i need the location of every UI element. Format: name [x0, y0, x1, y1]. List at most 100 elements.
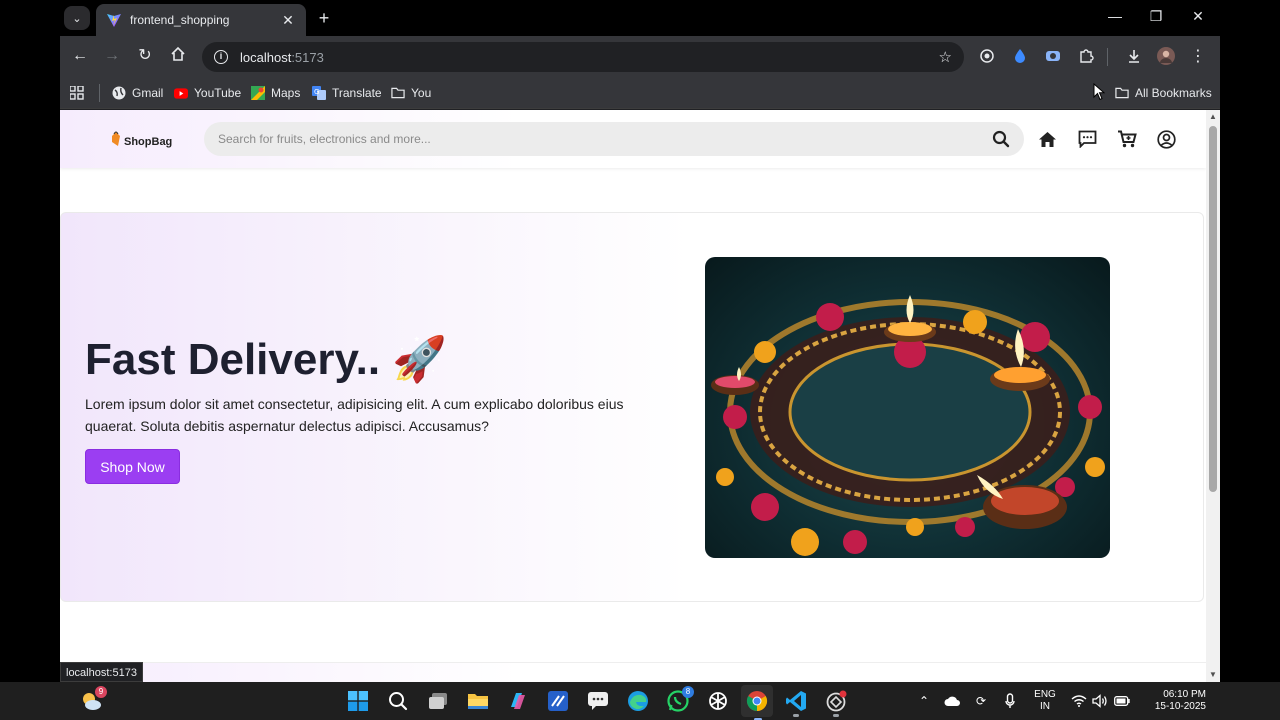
folder-icon — [391, 86, 405, 100]
home-icon[interactable] — [168, 46, 188, 66]
ai-app-icon[interactable] — [824, 689, 848, 717]
search-icon[interactable] — [992, 130, 1010, 148]
tab-search-button[interactable]: ⌄ — [64, 6, 90, 30]
hero-description: Lorem ipsum dolor sit amet consectetur, … — [85, 396, 624, 434]
extensions-puzzle-icon[interactable] — [1077, 47, 1095, 65]
address-bar[interactable]: i localhost:5173 ☆ — [202, 42, 964, 72]
restore-icon[interactable]: ❐ — [1146, 8, 1166, 25]
sync-icon[interactable]: ⟳ — [973, 693, 989, 709]
language-code: ENG — [1034, 689, 1056, 700]
bookmark-gmail[interactable]: Gmail — [112, 84, 163, 102]
shopping-bag-icon — [112, 131, 120, 146]
url-port: :5173 — [291, 49, 324, 65]
tab-title: frontend_shopping — [130, 13, 230, 27]
mouse-cursor-icon — [1093, 83, 1105, 101]
reload-icon[interactable]: ↻ — [135, 46, 155, 66]
page-viewport: ShopBag Search for fruits, electronics a… — [60, 110, 1206, 682]
language-indicator[interactable]: ENG IN — [1031, 689, 1059, 713]
all-bookmarks-folder[interactable]: All Bookmarks — [1115, 84, 1212, 102]
browser-toolbar: ← → ↻ i localhost:5173 ☆ ⋮ — [60, 36, 1220, 76]
whatsapp-badge: 8 — [682, 686, 694, 698]
extension-camera-icon[interactable] — [1044, 47, 1062, 65]
new-tab-button[interactable]: + — [314, 8, 334, 28]
vs-code-insiders-icon[interactable] — [546, 689, 570, 713]
vite-icon — [107, 14, 121, 27]
user-account-icon[interactable] — [1156, 129, 1176, 149]
rocket-emoji: 🚀 — [392, 335, 448, 384]
maps-icon — [251, 86, 265, 100]
folder-icon — [1115, 86, 1129, 100]
diwali-illustration — [711, 295, 1105, 556]
site-info-icon[interactable]: i — [214, 50, 228, 64]
home-nav-icon[interactable] — [1037, 129, 1057, 149]
scrollbar-thumb[interactable] — [1209, 126, 1217, 492]
show-hidden-icons-chevron-icon[interactable]: ⌃ — [916, 693, 932, 709]
edge-icon[interactable] — [626, 689, 650, 713]
clock[interactable]: 06:10 PM 15-10-2025 — [1140, 689, 1206, 713]
browser-window: ⌄ frontend_shopping ✕ + — ❐ ✕ ← → ↻ i lo… — [60, 0, 1220, 682]
windows-taskbar: 9 8 ⌃ ⟳ ENG IN 06:10 PM 15-10-2025 — [0, 682, 1280, 720]
translate-icon: G — [312, 86, 326, 100]
cart-icon[interactable] — [1117, 129, 1137, 149]
windows-start-icon[interactable] — [346, 689, 370, 713]
bookmark-maps[interactable]: Maps — [251, 84, 300, 102]
chevron-down-icon: ⌄ — [72, 12, 82, 25]
extension-target-icon[interactable] — [978, 47, 996, 65]
chatgpt-icon[interactable] — [706, 689, 730, 713]
shop-now-button[interactable]: Shop Now — [85, 449, 180, 484]
search-input[interactable]: Search for fruits, electronics and more.… — [204, 122, 1024, 156]
wifi-icon[interactable] — [1071, 693, 1087, 709]
scroll-down-icon[interactable]: ▼ — [1209, 671, 1217, 679]
next-section-strip — [60, 662, 1206, 682]
site-logo[interactable]: ShopBag — [110, 124, 172, 154]
chrome-icon[interactable] — [741, 685, 773, 720]
screen: ⌄ frontend_shopping ✕ + — ❐ ✕ ← → ↻ i lo… — [0, 0, 1280, 720]
onedrive-icon[interactable] — [944, 693, 960, 709]
youtube-icon — [174, 86, 188, 100]
bookmark-label: Maps — [271, 86, 301, 100]
scroll-up-icon[interactable]: ▲ — [1209, 113, 1217, 121]
clock-time: 06:10 PM — [1163, 689, 1206, 700]
weather-widget-icon[interactable]: 9 — [79, 686, 107, 713]
hero-title: Fast Delivery.. 🚀 — [85, 333, 447, 385]
region-code: IN — [1040, 701, 1050, 712]
chat-app-icon[interactable] — [586, 689, 610, 713]
whatsapp-icon[interactable]: 8 — [666, 686, 694, 713]
bookmark-you-folder[interactable]: You — [391, 84, 431, 102]
all-bookmarks-label: All Bookmarks — [1135, 86, 1212, 100]
minimize-icon[interactable]: — — [1105, 8, 1125, 24]
task-view-icon[interactable] — [426, 689, 450, 713]
site-header: ShopBag Search for fruits, electronics a… — [60, 110, 1206, 168]
globe-icon — [112, 86, 126, 100]
close-tab-icon[interactable]: ✕ — [280, 12, 296, 29]
tab-frontend-shopping[interactable]: frontend_shopping ✕ — [96, 4, 306, 36]
chat-icon[interactable] — [1077, 129, 1097, 149]
extension-drop-icon[interactable] — [1011, 47, 1029, 65]
forward-icon[interactable]: → — [102, 46, 122, 66]
bookmark-star-icon[interactable]: ☆ — [939, 48, 952, 66]
download-icon[interactable] — [1125, 47, 1143, 65]
running-indicator — [833, 714, 839, 717]
bookmarks-bar: Gmail YouTube Maps G Translate You All B… — [60, 76, 1220, 109]
copilot-icon[interactable] — [506, 689, 530, 713]
vs-code-icon[interactable] — [784, 689, 808, 717]
profile-avatar[interactable] — [1157, 47, 1175, 65]
bookmark-youtube[interactable]: YouTube — [174, 84, 241, 102]
volume-icon[interactable] — [1092, 693, 1108, 709]
file-explorer-icon[interactable] — [466, 689, 490, 713]
search-placeholder: Search for fruits, electronics and more.… — [218, 132, 431, 146]
microphone-icon[interactable] — [1002, 693, 1018, 709]
bookmark-translate[interactable]: G Translate — [312, 84, 382, 102]
bookmark-label: Translate — [332, 86, 382, 100]
clock-date: 15-10-2025 — [1154, 701, 1206, 712]
running-indicator — [793, 714, 799, 717]
taskbar-search-icon[interactable] — [386, 689, 410, 713]
battery-icon[interactable] — [1114, 693, 1130, 709]
browser-menu-icon[interactable]: ⋮ — [1189, 47, 1207, 65]
toolbar-divider — [1107, 48, 1108, 66]
page-scrollbar[interactable]: ▲ ▼ — [1206, 110, 1220, 682]
hero-banner: Fast Delivery.. 🚀 Lorem ipsum dolor sit … — [60, 212, 1204, 602]
back-icon[interactable]: ← — [70, 46, 90, 66]
apps-grid-icon[interactable] — [70, 84, 84, 102]
close-window-icon[interactable]: ✕ — [1188, 8, 1208, 25]
